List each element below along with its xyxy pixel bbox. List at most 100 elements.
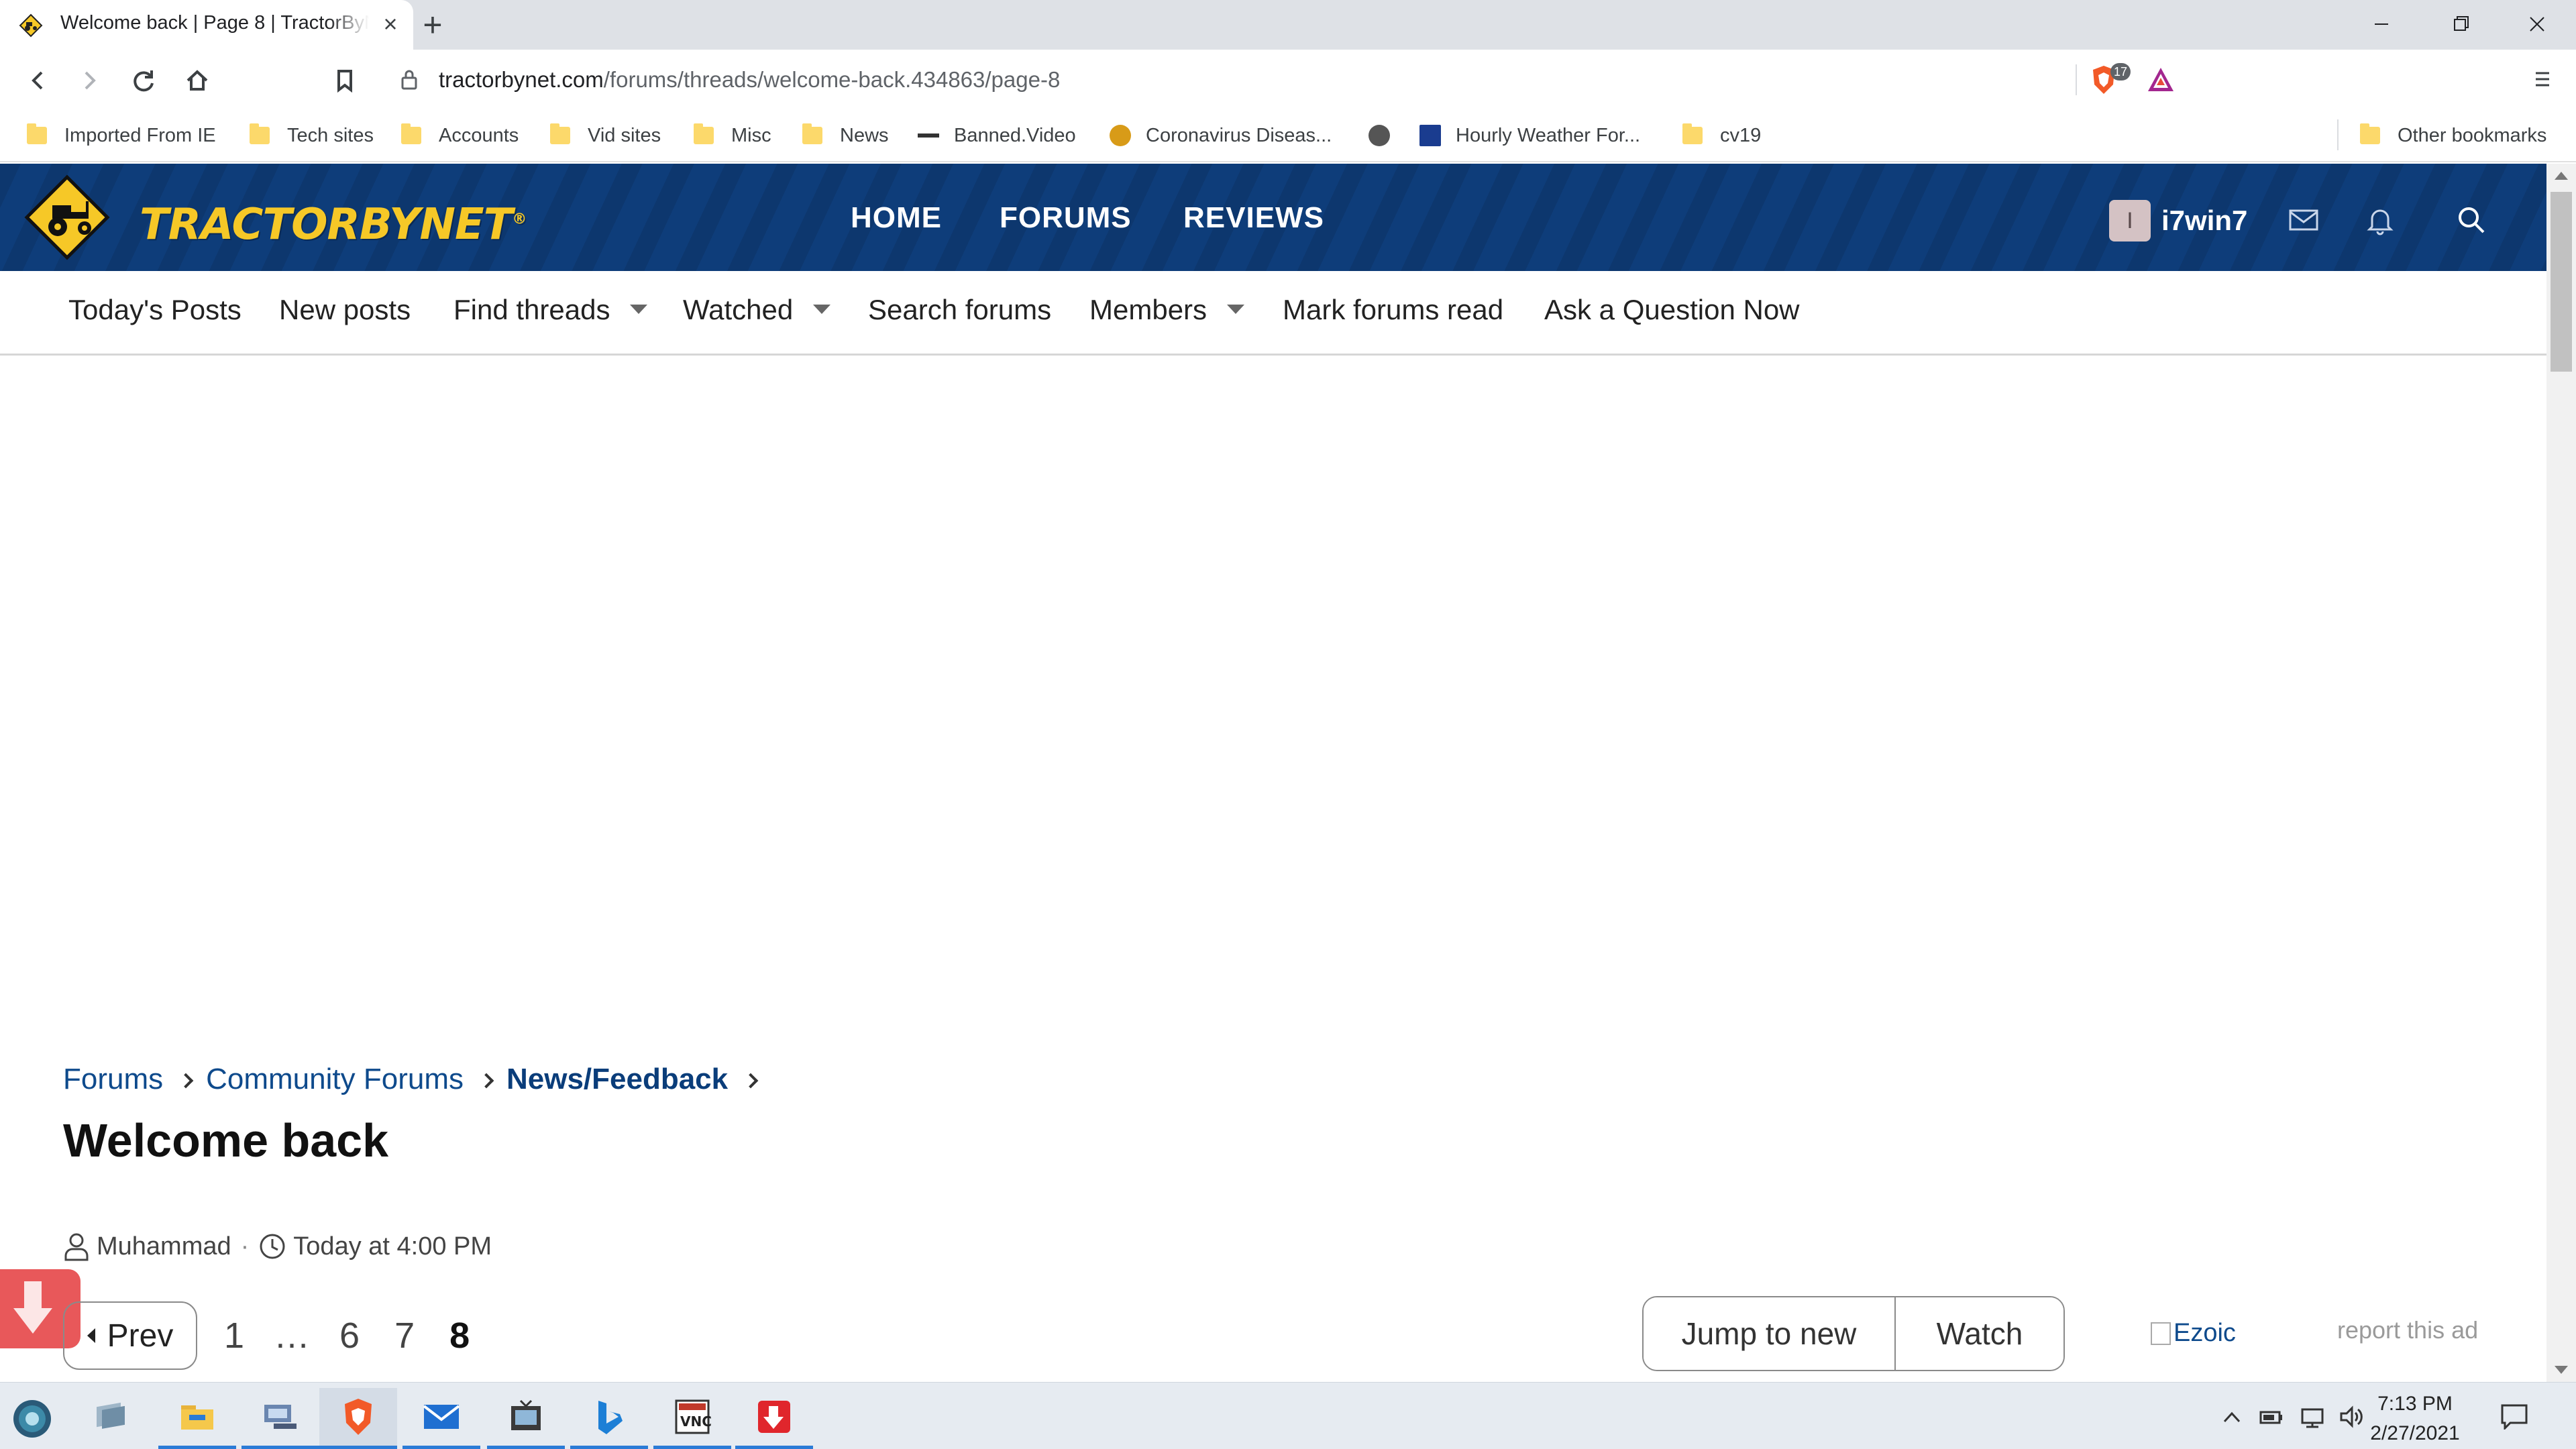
media-app-icon — [511, 1399, 541, 1430]
tractorbynet-favicon-icon — [19, 13, 43, 38]
bookmark-label: Tech sites — [287, 124, 374, 146]
bookmark-label: cv19 — [1720, 124, 1762, 146]
subnav-todays-posts[interactable]: Today's Posts — [68, 294, 241, 326]
bookmark-accounts[interactable]: Accounts — [401, 122, 519, 149]
subnav-search-forums[interactable]: Search forums — [868, 294, 1051, 326]
taskbar-brave[interactable] — [319, 1388, 397, 1449]
network-icon[interactable] — [2300, 1405, 2325, 1428]
bookmarks-bar: Imported From IE Tech sites Accounts Vid… — [0, 110, 2576, 162]
page-ellipsis[interactable]: … — [274, 1315, 310, 1356]
search-icon[interactable] — [2453, 201, 2490, 239]
taskbar-network-app[interactable] — [241, 1388, 319, 1449]
bookmark-label: Hourly Weather For... — [1456, 124, 1641, 146]
taskbar-task-view[interactable] — [71, 1388, 149, 1449]
mail-icon — [423, 1405, 460, 1429]
chevron-left-icon — [87, 1328, 95, 1343]
window-close-icon[interactable] — [2517, 5, 2557, 43]
subnav-new-posts[interactable]: New posts — [279, 294, 411, 326]
thread-actions: Jump to new Watch — [1642, 1296, 2065, 1371]
bookmark-news[interactable]: News — [802, 122, 889, 149]
taskbar-file-explorer[interactable] — [158, 1388, 236, 1449]
breadcrumb-community-forums[interactable]: Community Forums — [206, 1063, 464, 1096]
notification-icon[interactable] — [2500, 1403, 2529, 1430]
report-ad-link[interactable]: report this ad — [2337, 1316, 2478, 1344]
breadcrumb-news-feedback[interactable]: News/Feedback — [506, 1063, 728, 1096]
subnav-members[interactable]: Members — [1089, 294, 1245, 326]
page-scrollbar[interactable] — [2546, 164, 2576, 1382]
taskbar-vnc-viewer[interactable]: VNC — [653, 1388, 731, 1449]
other-bookmarks[interactable]: Other bookmarks — [2360, 122, 2546, 149]
chevron-down-icon[interactable] — [630, 304, 648, 314]
subnav-watched[interactable]: Watched — [683, 294, 831, 326]
jump-to-new-button[interactable]: Jump to new — [1644, 1297, 1896, 1370]
ezoic-link[interactable]: Ezoic — [2151, 1319, 2236, 1348]
system-clock[interactable]: 7:13 PM 2/27/2021 — [2356, 1389, 2474, 1448]
nav-reviews[interactable]: REVIEWS — [1183, 201, 1324, 235]
forward-icon[interactable] — [72, 63, 107, 98]
folder-icon — [2360, 123, 2380, 144]
bookmark-banned-video[interactable]: Banned.Video — [918, 122, 1076, 149]
bookmark-vid-sites[interactable]: Vid sites — [550, 122, 661, 149]
bookmark-imported-from-ie[interactable]: Imported From IE — [27, 122, 216, 149]
page-link-6[interactable]: 6 — [339, 1315, 360, 1356]
page-link-1[interactable]: 1 — [224, 1315, 244, 1356]
site-logo[interactable]: TRACTORBYNET® — [23, 173, 527, 262]
chevron-up-icon[interactable] — [2219, 1405, 2245, 1428]
taskbar-mail[interactable] — [402, 1388, 480, 1449]
bookmark-cv19[interactable]: cv19 — [1682, 122, 1761, 149]
inbox-icon[interactable] — [2285, 201, 2322, 239]
bell-icon[interactable] — [2361, 201, 2399, 239]
brave-rewards-icon[interactable] — [2145, 64, 2176, 95]
scrollbar-thumb[interactable] — [2551, 192, 2572, 372]
tab-close-icon[interactable]: × — [377, 11, 404, 38]
folder-icon — [27, 123, 47, 144]
battery-icon[interactable] — [2258, 1405, 2284, 1428]
bookmark-tech-sites[interactable]: Tech sites — [250, 122, 374, 149]
user-menu[interactable]: I i7win7 — [2109, 200, 2247, 241]
username: i7win7 — [2161, 205, 2248, 236]
chevron-down-icon[interactable] — [813, 304, 831, 314]
reload-icon[interactable] — [126, 63, 161, 98]
taskbar-red-app[interactable] — [735, 1388, 813, 1449]
home-icon[interactable] — [180, 63, 215, 98]
nav-forums[interactable]: FORUMS — [1000, 201, 1132, 235]
restore-icon[interactable] — [2440, 5, 2481, 43]
nav-home[interactable]: HOME — [851, 201, 942, 235]
logo-registered-mark: ® — [512, 211, 527, 228]
page-link-7[interactable]: 7 — [394, 1315, 415, 1356]
prev-page-button[interactable]: Prev — [63, 1301, 197, 1370]
thread-author[interactable]: Muhammad — [97, 1232, 231, 1261]
breadcrumb-forums[interactable]: Forums — [63, 1063, 163, 1096]
url-text[interactable]: tractorbynet.com/forums/threads/welcome-… — [439, 67, 1060, 93]
watch-button[interactable]: Watch — [1896, 1297, 2063, 1370]
tractor-logo-icon — [24, 174, 110, 260]
taskbar-bing-app[interactable] — [570, 1388, 648, 1449]
bookmark-globe[interactable] — [1368, 122, 1405, 149]
subnav-watched-label: Watched — [683, 294, 794, 325]
scroll-up-icon[interactable] — [2555, 172, 2568, 180]
lock-icon[interactable] — [400, 68, 419, 91]
forum-sub-nav: Today's Posts New posts Find threads Wat… — [0, 271, 2546, 356]
start-button[interactable] — [0, 1388, 71, 1449]
bookmark-hourly-weather[interactable]: Hourly Weather For... — [1419, 122, 1640, 149]
breadcrumb: Forums Community Forums News/Feedback — [63, 1063, 771, 1096]
scroll-down-icon[interactable] — [2555, 1366, 2568, 1374]
browser-menu-icon[interactable] — [2529, 66, 2556, 93]
back-icon[interactable] — [20, 63, 55, 98]
chevron-down-icon[interactable] — [1227, 304, 1245, 314]
taskbar-media-app[interactable] — [487, 1388, 565, 1449]
browser-tab[interactable]: Welcome back | Page 8 | TractorByNet × — [0, 0, 413, 50]
new-tab-button[interactable]: + — [416, 8, 449, 42]
minimize-icon[interactable] — [2361, 5, 2402, 43]
clock-icon — [260, 1234, 285, 1259]
folder-icon — [250, 123, 270, 144]
subnav-ask-question[interactable]: Ask a Question Now — [1544, 294, 1800, 326]
page-current: 8 — [449, 1316, 470, 1356]
bookmark-misc[interactable]: Misc — [694, 122, 771, 149]
subnav-mark-forums-read[interactable]: Mark forums read — [1283, 294, 1503, 326]
subnav-find-threads[interactable]: Find threads — [453, 294, 648, 326]
bookmark-coronavirus[interactable]: Coronavirus Diseas... — [1110, 122, 1332, 149]
address-bar[interactable]: tractorbynet.com/forums/threads/welcome-… — [380, 56, 2238, 103]
bookmark-page-icon[interactable] — [327, 63, 362, 98]
thread-start-time[interactable]: Today at 4:00 PM — [293, 1232, 492, 1261]
